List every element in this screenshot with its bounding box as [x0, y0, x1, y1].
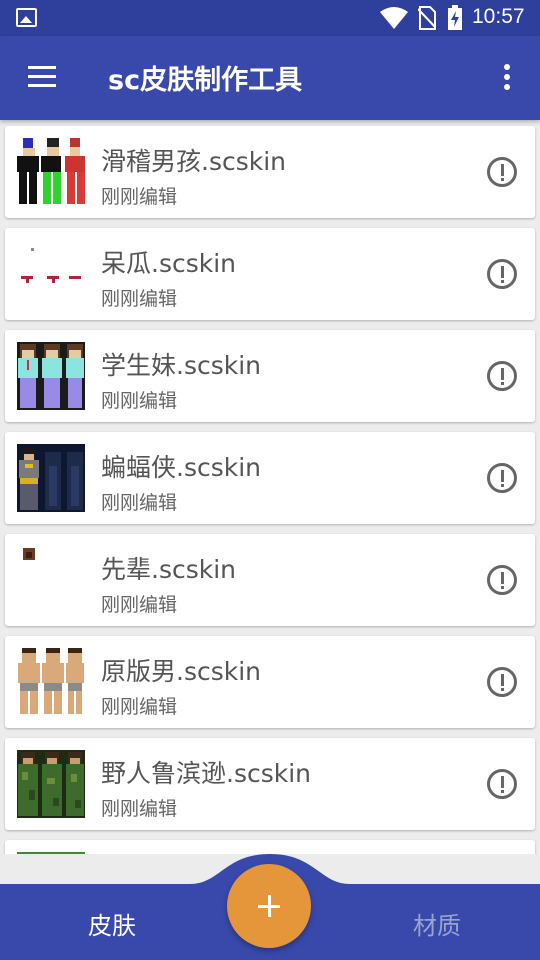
file-name: 野人鲁滨逊.scskin [101, 759, 312, 788]
status-time: 10:57 [472, 5, 525, 28]
edit-status: 刚刚编辑 [101, 390, 178, 412]
skin-thumbnail [18, 648, 84, 714]
list-item[interactable] [5, 840, 535, 854]
more-options-icon[interactable] [498, 64, 516, 94]
list-item[interactable]: 学生妹.scskin 刚刚编辑 [5, 330, 535, 422]
menu-icon[interactable] [28, 66, 58, 90]
info-icon[interactable] [487, 565, 517, 595]
edit-status: 刚刚编辑 [101, 594, 178, 616]
file-name: 先辈.scskin [101, 555, 237, 584]
add-skin-button[interactable] [227, 864, 311, 948]
skin-thumbnail [21, 248, 81, 283]
skin-file-list[interactable]: 滑稽男孩.scskin 刚刚编辑 呆瓜.scskin 刚刚编辑 学生妹.scsk… [0, 120, 540, 854]
file-name: 学生妹.scskin [101, 351, 262, 380]
app-bar: sc皮肤制作工具 [0, 36, 540, 120]
app-title: sc皮肤制作工具 [108, 65, 303, 96]
file-name: 蝙蝠侠.scskin [101, 453, 262, 482]
skin-thumbnail [17, 138, 85, 204]
edit-status: 刚刚编辑 [101, 186, 178, 208]
list-item[interactable]: 呆瓜.scskin 刚刚编辑 [5, 228, 535, 320]
list-item[interactable]: 滑稽男孩.scskin 刚刚编辑 [5, 126, 535, 218]
file-name: 滑稽男孩.scskin [101, 147, 287, 176]
info-icon[interactable] [487, 769, 517, 799]
info-icon[interactable] [487, 667, 517, 697]
info-icon[interactable] [487, 259, 517, 289]
wifi-icon [380, 7, 408, 29]
skin-thumbnail [17, 342, 85, 410]
tab-material[interactable]: 材质 [413, 906, 461, 941]
skin-thumbnail [17, 750, 85, 818]
list-item[interactable]: 先辈.scskin 刚刚编辑 [5, 534, 535, 626]
skin-thumbnail [23, 548, 35, 560]
file-name: 原版男.scskin [101, 657, 262, 686]
skin-thumbnail [17, 444, 85, 512]
edit-status: 刚刚编辑 [101, 288, 178, 310]
list-item[interactable]: 野人鲁滨逊.scskin 刚刚编辑 [5, 738, 535, 830]
list-item[interactable]: 原版男.scskin 刚刚编辑 [5, 636, 535, 728]
edit-status: 刚刚编辑 [101, 492, 178, 514]
status-bar: 10:57 [0, 0, 540, 36]
edit-status: 刚刚编辑 [101, 696, 178, 718]
tab-skin[interactable]: 皮肤 [88, 906, 136, 941]
battery-charging-icon [448, 5, 462, 30]
info-icon[interactable] [487, 463, 517, 493]
no-sim-icon [418, 6, 436, 30]
file-name: 呆瓜.scskin [101, 249, 237, 278]
info-icon[interactable] [487, 361, 517, 391]
bottom-navigation: 皮肤 材质 [0, 854, 540, 960]
gallery-notification-icon [16, 8, 37, 27]
edit-status: 刚刚编辑 [101, 798, 178, 820]
list-item[interactable]: 蝙蝠侠.scskin 刚刚编辑 [5, 432, 535, 524]
info-icon[interactable] [487, 157, 517, 187]
